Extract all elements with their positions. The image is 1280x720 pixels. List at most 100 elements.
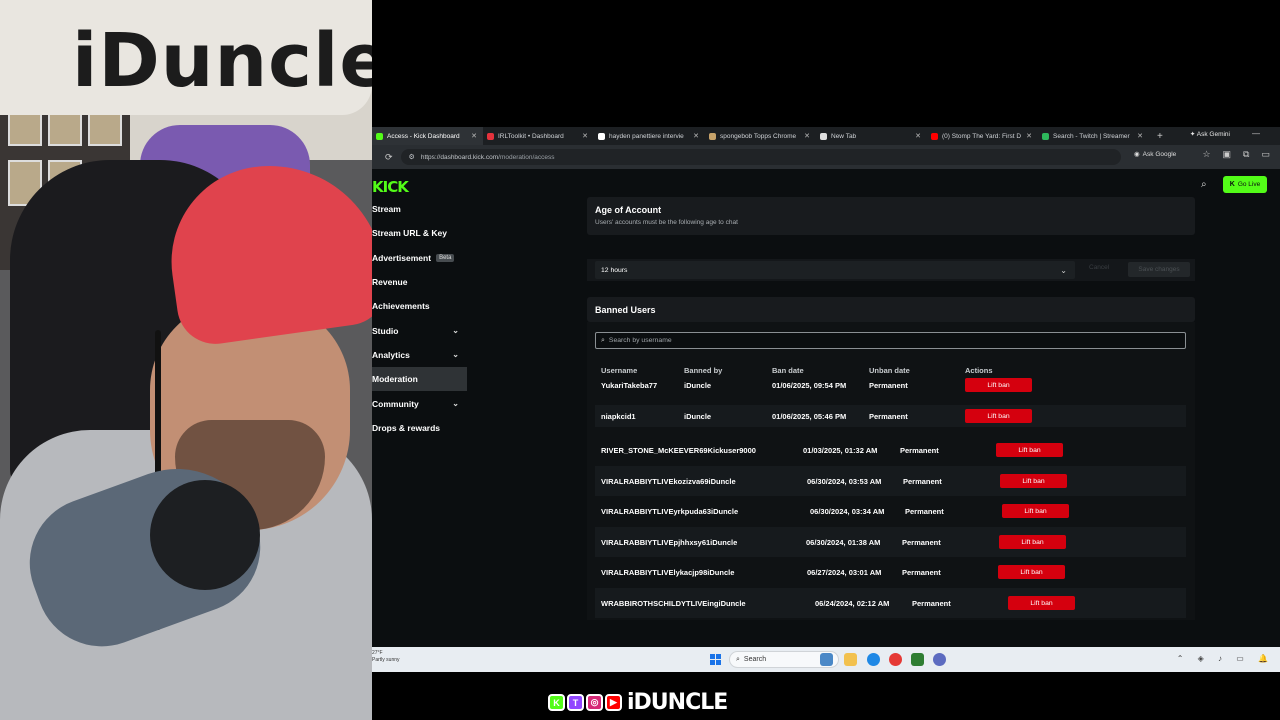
sidebar-item-advertisement[interactable]: Advertisement Beta — [372, 246, 467, 270]
sidebar-item-drops-rewards[interactable]: Drops & rewards — [372, 416, 467, 440]
chevron-down-icon: ⌄ — [1060, 265, 1067, 275]
table-row: VIRALRABBIYTLIVEpjhhxsy61iDuncle 06/30/20… — [595, 527, 1186, 558]
favicon-icon — [487, 132, 494, 140]
search-placeholder: Search by username — [608, 337, 672, 344]
cell-ban-date: 06/30/2024, 03:34 AM — [810, 506, 885, 516]
table-row: RIVER_STONE_McKEEVER69Kickuser9000 01/03/… — [595, 435, 1186, 465]
sidebar-item-community[interactable]: Community ⌄ — [372, 391, 467, 415]
sidebar-item-label: Analytics — [372, 349, 410, 360]
lift-ban-button[interactable]: Lift ban — [965, 409, 1032, 423]
sidebar-item-stream-url-key[interactable]: Stream URL & Key — [372, 221, 467, 245]
close-icon[interactable]: ✕ — [1137, 132, 1143, 140]
browser-tab[interactable]: IRLToolkit • Dashboard ✕ — [483, 127, 594, 145]
system-tray[interactable]: ⌃ ◈ ♪ ▭ 🔔 — [1177, 654, 1274, 663]
cell-ban-date: 01/06/2025, 09:54 PM — [772, 380, 847, 390]
cell-ban-date: 01/03/2025, 01:32 AM — [803, 445, 878, 455]
favicon-icon — [376, 132, 383, 140]
sidebar-item-moderation[interactable]: Moderation — [372, 367, 467, 392]
windows-start-icon[interactable] — [710, 654, 721, 665]
browser-tab[interactable]: Access - Kick Dashboard ✕ — [372, 127, 483, 145]
cell-username: YukariTakeba77 — [601, 380, 658, 390]
lift-ban-button[interactable]: Lift ban — [1008, 596, 1075, 611]
file-explorer-icon[interactable] — [844, 653, 857, 666]
sign-text: iDuncle — [72, 18, 372, 104]
chrome-icon[interactable] — [889, 653, 902, 666]
webcam-feed: iDuncle — [0, 0, 372, 720]
tab-bar: Access - Kick Dashboard ✕ IRLToolkit • Das… — [372, 127, 1280, 145]
kick-k-icon: K — [1229, 181, 1235, 188]
close-icon[interactable]: ✕ — [915, 132, 921, 140]
tab-label: (0) Stomp The Yard: First D — [942, 132, 1022, 140]
sidebar-item-studio[interactable]: Studio ⌄ — [372, 318, 467, 342]
url-field[interactable]: ⚙ https://dashboard.kick.com/moderation/… — [400, 149, 1121, 165]
cell-banned-by: iDuncle — [684, 380, 712, 390]
lift-ban-button[interactable]: Lift ban — [965, 378, 1032, 392]
lift-ban-button[interactable]: Lift ban — [999, 535, 1066, 550]
browser-tab[interactable]: (0) Stomp The Yard: First D ✕ — [927, 127, 1038, 145]
edge-icon[interactable] — [867, 653, 880, 666]
age-select[interactable]: 12 hours ⌄ — [595, 261, 1075, 279]
weather-temp: 27°F — [372, 650, 383, 656]
cancel-button[interactable]: Cancel — [1089, 264, 1109, 271]
age-subtitle: Users' accounts must be the following ag… — [595, 219, 738, 226]
cell-ban-date: 06/30/2024, 01:38 AM — [806, 537, 881, 547]
banned-users-list: ⌕ Search by username Username Banned by … — [587, 322, 1195, 620]
youtube-icon: ▶ — [605, 694, 622, 711]
site-info-icon[interactable]: ⚙ — [409, 153, 415, 161]
cell-unban-date: Permanent — [900, 445, 939, 455]
browser-tab[interactable]: New Tab ✕ — [816, 127, 927, 145]
kick-logo[interactable]: KICK — [372, 178, 409, 196]
sidebar-item-label: Stream URL & Key — [372, 228, 447, 239]
table-row: niapkcid1 iDuncle 01/06/2025, 05:46 PM Perm… — [595, 405, 1186, 427]
lens-icon: ◉ — [1134, 151, 1140, 158]
sidebar-item-revenue[interactable]: Revenue — [372, 270, 467, 294]
sidebar-item-label: Studio — [372, 325, 399, 336]
social-banner: K T ◎ ▶ iDUNCLE — [548, 690, 728, 715]
lift-ban-button[interactable]: Lift ban — [1000, 474, 1067, 489]
close-icon[interactable]: ✕ — [582, 132, 588, 140]
go-live-label: Go Live — [1237, 181, 1261, 188]
minimize-icon[interactable]: — — [1252, 129, 1260, 138]
cell-username: VIRALRABBIYTLIVEyrkpuda63iDuncle — [601, 506, 739, 516]
sidebar-item-stream[interactable]: Stream — [372, 197, 467, 221]
cell-ban-date: 06/30/2024, 03:53 AM — [807, 476, 882, 486]
discord-icon[interactable] — [933, 653, 946, 666]
sidebar-item-label: Revenue — [372, 277, 408, 288]
browser-tab[interactable]: hayden panettiere intervie ✕ — [594, 127, 705, 145]
extensions-icon[interactable]: ⧉ — [1243, 149, 1249, 160]
age-title: Age of Account — [595, 205, 662, 215]
app-icon[interactable] — [911, 653, 924, 666]
ask-google-button[interactable]: ◉ Ask Google — [1134, 150, 1176, 159]
lift-ban-button[interactable]: Lift ban — [998, 565, 1065, 580]
close-icon[interactable]: ✕ — [693, 132, 699, 140]
close-icon[interactable]: ✕ — [1026, 132, 1032, 140]
bookmark-star-icon[interactable]: ☆ — [1202, 149, 1210, 160]
cell-unban-date: Permanent — [903, 476, 942, 486]
favicon-icon — [598, 132, 605, 140]
sidebar-item-achievements[interactable]: Achievements — [372, 294, 467, 318]
browser-tab[interactable]: Search - Twitch | Streamer ✕ — [1038, 127, 1149, 145]
cell-unban-date: Permanent — [902, 537, 941, 547]
weather-widget[interactable]: 27°F Partly sunny — [372, 650, 400, 664]
widget-app-icon[interactable] — [820, 653, 833, 666]
beta-badge: Beta — [436, 253, 455, 262]
ask-gemini-button[interactable]: ✦ Ask Gemini — [1190, 130, 1230, 138]
table-row: VIRALRABBIYTLIVEyrkpuda63iDuncle 06/30/20… — [595, 496, 1186, 526]
go-live-button[interactable]: K Go Live — [1223, 176, 1267, 193]
browser-tab[interactable]: spongebob Topps Chrome ✕ — [705, 127, 816, 145]
save-changes-button[interactable]: Save changes — [1128, 262, 1190, 277]
favicon-icon — [931, 132, 938, 140]
search-icon[interactable]: ⌕ — [1201, 179, 1207, 190]
close-icon[interactable]: ✕ — [471, 132, 477, 140]
sidebar-icon[interactable]: ▣ — [1223, 149, 1232, 160]
close-icon[interactable]: ✕ — [804, 132, 810, 140]
twitch-icon: T — [567, 694, 584, 711]
cast-icon[interactable]: ▭ — [1261, 149, 1270, 160]
lift-ban-button[interactable]: Lift ban — [996, 443, 1063, 458]
lift-ban-button[interactable]: Lift ban — [1002, 504, 1069, 519]
search-username-input[interactable]: ⌕ Search by username — [595, 332, 1186, 349]
sidebar-item-analytics[interactable]: Analytics ⌄ — [372, 343, 467, 367]
reload-icon[interactable]: ⟳ — [385, 152, 393, 163]
favicon-icon — [820, 132, 827, 140]
plus-icon[interactable]: + — [1157, 131, 1163, 142]
